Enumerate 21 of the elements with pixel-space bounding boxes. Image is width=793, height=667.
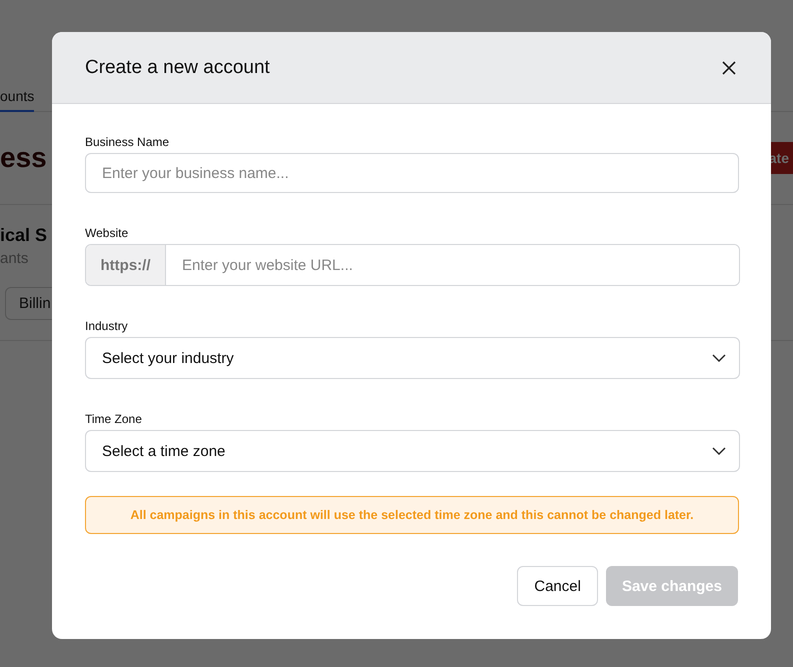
close-button[interactable] [720, 58, 738, 76]
field-label: Business Name [85, 135, 170, 149]
page-heading: ess [0, 142, 47, 174]
field-label: Industry [85, 319, 129, 333]
field-label: Time Zone [85, 412, 143, 426]
tab[interactable]: ounts [0, 88, 34, 112]
url-input[interactable]: https:// Enter your website URL... [85, 244, 740, 286]
chevron-down-icon [712, 447, 726, 455]
chevron-down-icon [712, 354, 726, 362]
warning-message: All campaigns in this account will use the selected time zone and this cannot be changed later. [85, 496, 739, 534]
select-value: Select your industry [102, 350, 234, 366]
select-dropdown[interactable]: Select your industry [85, 337, 740, 379]
select-dropdown[interactable]: Select a time zone [85, 430, 740, 472]
cancel-button[interactable]: Cancel [517, 566, 598, 606]
text-input[interactable]: Enter your business name... [85, 153, 739, 193]
select-value: Select a time zone [102, 442, 226, 460]
url-prefix: https:// [86, 245, 166, 285]
account-name: ical S [0, 225, 48, 246]
dialog-title: Create a new account [85, 56, 270, 78]
close-icon [722, 60, 736, 74]
field-label: Website [85, 226, 130, 240]
